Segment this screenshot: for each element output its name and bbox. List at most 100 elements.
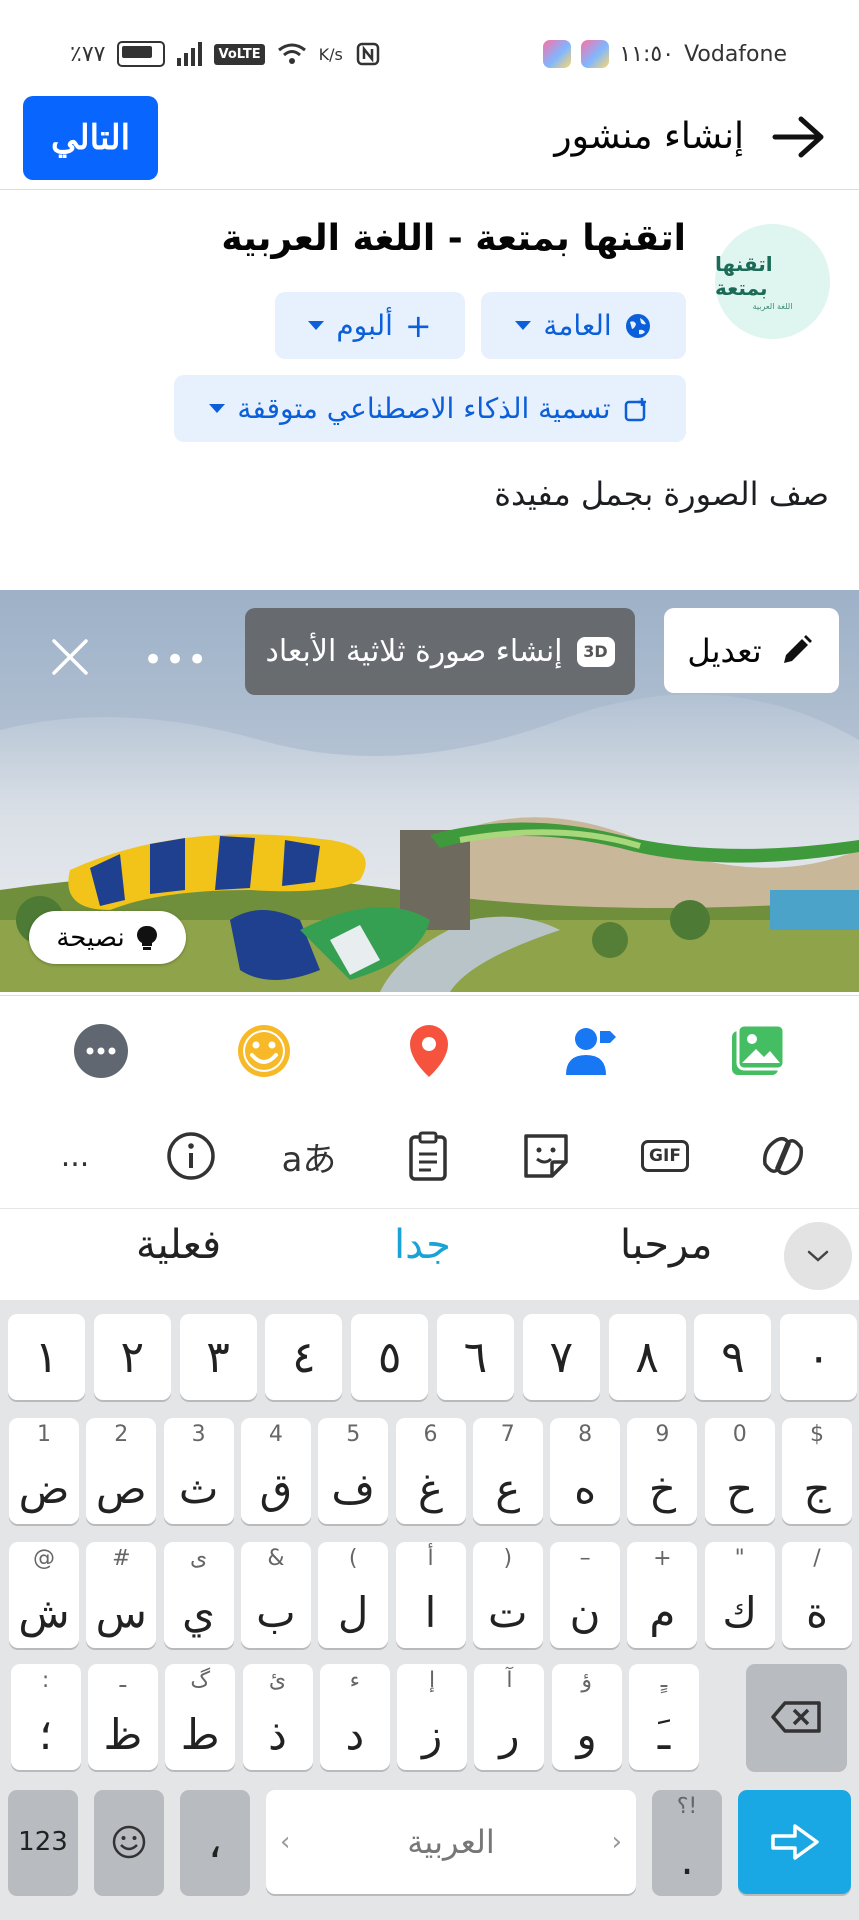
key-letter[interactable]: $ ج xyxy=(782,1418,852,1524)
create-3d-button[interactable]: 3D إنشاء صورة ثلاثية الأبعاد xyxy=(245,608,635,695)
numbers-key[interactable]: 123 xyxy=(8,1790,78,1894)
page-name: اتقنها بمتعة - اللغة العربية xyxy=(221,218,686,259)
suggestion-2[interactable]: جدا xyxy=(394,1222,451,1268)
key-letter[interactable]: – ن xyxy=(550,1542,621,1648)
key-letter[interactable]: " ك xyxy=(704,1542,775,1648)
key-letter[interactable]: @ ش xyxy=(9,1542,79,1648)
edit-photo-button[interactable]: تعديل xyxy=(664,608,839,693)
enter-key[interactable] xyxy=(738,1790,851,1894)
key-letter[interactable]: / ة xyxy=(782,1542,852,1648)
comma-key[interactable]: ، xyxy=(180,1790,250,1894)
key-hint: " xyxy=(734,1546,745,1571)
key-letter[interactable]: آر xyxy=(474,1664,545,1770)
key-letter[interactable]: 2ص xyxy=(86,1418,157,1524)
caption-input[interactable]: صف الصورة بجمل مفيدة xyxy=(494,475,829,513)
key-label: ه xyxy=(574,1463,597,1513)
key-letter[interactable]: + م xyxy=(627,1542,698,1648)
tip-button[interactable]: نصيحة xyxy=(29,911,186,964)
photo-icon[interactable] xyxy=(728,1021,788,1081)
page-title: إنشاء منشور xyxy=(554,116,744,157)
keyboard-more-icon[interactable]: ... xyxy=(47,1128,103,1184)
key-letter[interactable]: (ل xyxy=(318,1542,389,1648)
copilot-icon[interactable] xyxy=(755,1128,811,1184)
clipboard-icon[interactable] xyxy=(400,1128,456,1184)
key-digit[interactable]: ٤ xyxy=(265,1314,343,1400)
key-hint: ؟! xyxy=(676,1794,698,1819)
key-hint: 8 xyxy=(578,1422,593,1447)
audience-selector[interactable]: العامة xyxy=(481,292,686,359)
key-letter[interactable]: # س xyxy=(86,1542,157,1648)
next-button[interactable]: التالي xyxy=(23,96,158,180)
key-label: ر xyxy=(499,1709,520,1759)
key-digit[interactable]: ٣ xyxy=(179,1314,257,1400)
key-letter[interactable]: & ب xyxy=(240,1542,311,1648)
gif-icon[interactable]: GIF xyxy=(637,1128,693,1184)
key-digit[interactable]: ٦ xyxy=(437,1314,514,1400)
key-digit[interactable]: ١ xyxy=(8,1314,85,1400)
key-letter[interactable]: ـٍ ـَ xyxy=(629,1664,699,1770)
key-hint: 4 xyxy=(268,1422,283,1447)
key-label: ن xyxy=(569,1587,601,1637)
key-letter[interactable]: 3ث xyxy=(163,1418,234,1524)
feeling-icon[interactable] xyxy=(234,1021,294,1081)
key-digit[interactable]: ٢ xyxy=(93,1314,171,1400)
key-letter[interactable]: ءد xyxy=(319,1664,390,1770)
key-digit[interactable]: ٨ xyxy=(608,1314,686,1400)
key-digit[interactable]: ٠ xyxy=(780,1314,858,1400)
emoji-icon xyxy=(112,1825,146,1859)
close-icon[interactable] xyxy=(50,637,90,677)
key-label: د xyxy=(345,1709,365,1759)
ai-label-selector[interactable]: تسمية الذكاء الاصطناعي متوقفة xyxy=(174,375,686,442)
key-label: ل xyxy=(337,1587,369,1637)
back-arrow-icon[interactable] xyxy=(769,112,829,162)
tag-people-icon[interactable] xyxy=(560,1021,620,1081)
collapse-keyboard-button[interactable] xyxy=(784,1222,852,1290)
key-label: ة xyxy=(805,1587,828,1637)
avatar-text: اتقنها بمتعة xyxy=(715,252,773,300)
key-letter[interactable]: 4ق xyxy=(240,1418,311,1524)
key-letter[interactable]: ) ت xyxy=(472,1542,543,1648)
period-key[interactable]: ؟!. xyxy=(652,1790,722,1894)
sticker-icon[interactable] xyxy=(518,1128,574,1184)
key-label: ض xyxy=(18,1463,70,1513)
emoji-key[interactable] xyxy=(94,1790,164,1894)
key-digit[interactable]: ٧ xyxy=(522,1314,600,1400)
info-icon[interactable] xyxy=(163,1128,219,1184)
more-options-icon[interactable]: ••• xyxy=(143,640,209,680)
key-hint: – xyxy=(579,1546,591,1571)
key-letter[interactable]: 6غ xyxy=(395,1418,466,1524)
key-letter[interactable]: 5ف xyxy=(318,1418,389,1524)
key-letter[interactable]: 7ع xyxy=(472,1418,543,1524)
page-avatar[interactable]: اتقنها بمتعة اللغة العربية xyxy=(715,224,830,339)
suggestion-3[interactable]: فعلية xyxy=(136,1222,221,1268)
key-letter[interactable]: ؤو xyxy=(551,1664,622,1770)
more-icon[interactable] xyxy=(71,1021,131,1081)
key-digit[interactable]: ٩ xyxy=(694,1314,772,1400)
key-hint: آ xyxy=(506,1668,513,1693)
space-key[interactable]: ‹ العربية › xyxy=(266,1790,636,1894)
key-letter[interactable]: 8ه xyxy=(550,1418,621,1524)
album-selector[interactable]: + ألبوم xyxy=(275,292,465,359)
key-letter[interactable]: إز xyxy=(397,1664,468,1770)
location-icon[interactable] xyxy=(399,1021,459,1081)
key-letter[interactable]: ىي xyxy=(163,1542,234,1648)
battery-percent: ٪٧٧ xyxy=(70,41,106,67)
key-digit[interactable]: ٥ xyxy=(351,1314,429,1400)
key-letter[interactable]: ئذ xyxy=(242,1664,313,1770)
key-letter[interactable]: ـظ xyxy=(87,1664,158,1770)
key-label: ع xyxy=(495,1463,521,1513)
key-letter[interactable]: 1ض xyxy=(9,1418,79,1524)
key-letter[interactable]: 0ح xyxy=(704,1418,775,1524)
key-label: ك xyxy=(722,1587,757,1637)
key-letter[interactable]: 9خ xyxy=(627,1418,698,1524)
app-notification-icon-2 xyxy=(581,40,610,68)
backspace-key[interactable] xyxy=(746,1664,847,1770)
key-letter[interactable]: : ؛ xyxy=(10,1664,81,1770)
key-letter[interactable]: أا xyxy=(395,1542,466,1648)
key-letter[interactable]: گط xyxy=(165,1664,236,1770)
key-label: ف xyxy=(331,1463,375,1513)
suggestion-1[interactable]: مرحبا xyxy=(620,1222,712,1268)
key-hint: 7 xyxy=(500,1422,515,1447)
ai-label-icon xyxy=(624,397,646,421)
translate-icon[interactable]: aあ xyxy=(281,1128,337,1184)
